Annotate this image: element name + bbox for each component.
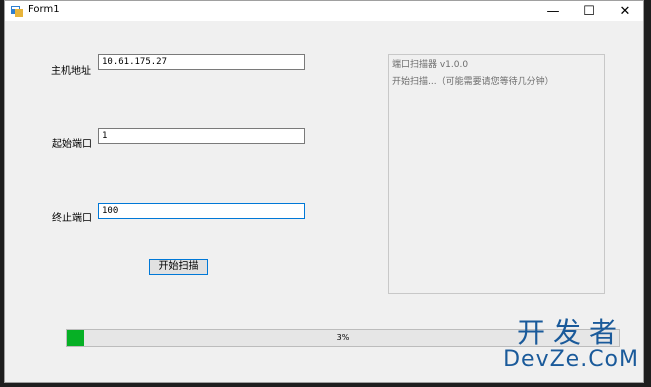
maximize-icon: ☐ bbox=[583, 3, 595, 19]
watermark-top: 开发者 bbox=[517, 316, 626, 349]
host-input[interactable]: 10.61.175.27 bbox=[98, 54, 305, 70]
log-line: 开始扫描...（可能需要请您等待几分钟） bbox=[392, 77, 554, 87]
host-label: 主机地址 bbox=[51, 66, 91, 77]
end-port-label: 终止端口 bbox=[52, 213, 92, 224]
start-port-input[interactable]: 1 bbox=[98, 128, 305, 144]
minimize-icon: — bbox=[546, 3, 560, 19]
minimize-button[interactable]: — bbox=[535, 1, 571, 21]
watermark-bottom: DevZe.CoM bbox=[503, 347, 639, 372]
log-line: 端口扫描器 v1.0.0 bbox=[392, 60, 469, 70]
close-button[interactable]: ✕ bbox=[607, 1, 643, 21]
scan-log[interactable]: 端口扫描器 v1.0.0 开始扫描...（可能需要请您等待几分钟） bbox=[388, 54, 605, 294]
form-app-icon bbox=[11, 6, 23, 17]
window-title: Form1 bbox=[28, 4, 60, 15]
close-icon: ✕ bbox=[619, 3, 631, 19]
watermark-logo: 开发者 DevZe.CoM bbox=[503, 318, 639, 372]
end-port-input[interactable]: 100 bbox=[98, 203, 305, 219]
maximize-button[interactable]: ☐ bbox=[571, 1, 607, 21]
start-port-label: 起始端口 bbox=[52, 139, 92, 150]
title-bar[interactable]: Form1 — ☐ ✕ bbox=[5, 1, 643, 21]
start-scan-button[interactable]: 开始扫描 bbox=[149, 259, 208, 275]
